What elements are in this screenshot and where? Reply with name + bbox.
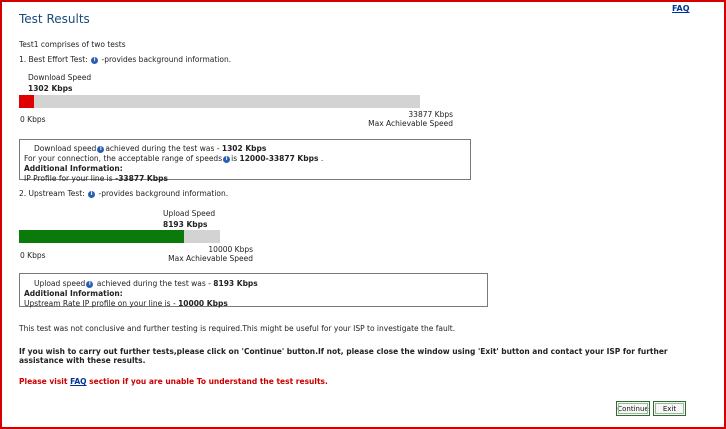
info-icon[interactable]: i — [223, 155, 231, 163]
download-info-line2: For your connection, the acceptable rang… — [24, 154, 470, 164]
upload-info-line3-value: 10000 Kbps — [178, 299, 228, 308]
upload-meter-value: 8193 Kbps — [163, 220, 208, 229]
download-min-label: 0 Kbps — [20, 115, 46, 124]
info-icon[interactable]: i — [97, 145, 105, 153]
download-meter-value: 1302 Kbps — [28, 84, 73, 93]
download-info-line1-value: 1302 Kbps — [221, 144, 267, 153]
download-info-line2-value: 12000-33877 Kbps — [239, 154, 319, 163]
faq-note: Please visit FAQ section if you are unab… — [19, 377, 328, 386]
download-info-line4-prefix: IP Profile for your line is — [24, 174, 113, 183]
download-info-line2-suffix: . — [320, 154, 324, 163]
download-meter-title: Download Speed — [28, 73, 92, 82]
download-info-line1: Download speed i achieved during the test … — [24, 144, 470, 154]
test2-label: 2. Upstream Test: — [19, 189, 85, 198]
exit-button[interactable]: Exit — [653, 401, 686, 416]
upload-info-line1-mid: achieved during the test was - — [96, 279, 211, 288]
faq-link-top[interactable]: FAQ — [672, 4, 690, 13]
download-info-line1-mid: achieved during the test was - — [105, 144, 220, 153]
intro-text: Test1 comprises of two tests — [19, 40, 126, 49]
continue-button[interactable]: Continue — [616, 401, 650, 416]
upload-meter-title: Upload Speed — [163, 209, 216, 218]
download-info-line2-mid: is — [231, 154, 238, 163]
download-speed-bar-fill — [19, 95, 35, 108]
download-additional-heading: Additional Information: — [24, 164, 123, 173]
download-info-line2-prefix: For your connection, the acceptable rang… — [24, 154, 223, 163]
test1-label: 1. Best Effort Test: — [19, 55, 88, 64]
upload-info-line1: Upload speed i achieved during the test w… — [24, 279, 487, 289]
faq-link-bottom[interactable]: FAQ — [70, 377, 86, 386]
page-title: Test Results — [19, 12, 90, 26]
test2-heading: 2. Upstream Test: i -provides background… — [19, 189, 228, 198]
upload-info-line1-prefix: Upload speed — [34, 279, 86, 288]
upload-speed-bar — [19, 230, 220, 243]
faq-note-prefix: Please visit — [19, 377, 68, 386]
test1-heading: 1. Best Effort Test: i -provides backgro… — [19, 55, 231, 64]
upload-max-label: 10000 Kbps — [208, 245, 253, 254]
test1-desc: -provides background information. — [101, 55, 232, 64]
download-max-label: 33877 Kbps — [408, 110, 453, 119]
upload-info-box: Upload speed i achieved during the test w… — [19, 273, 488, 309]
faq-note-suffix: section if you are unable To understand … — [89, 377, 328, 386]
info-icon[interactable]: i — [86, 280, 94, 288]
upload-max-caption: Max Achievable Speed — [168, 254, 253, 263]
test2-desc: -provides background information. — [98, 189, 229, 198]
download-info-line4-value: -33877 Kbps — [115, 174, 168, 183]
further-tests-note: If you wish to carry out further tests,p… — [19, 347, 668, 365]
download-info-box: Download speed i achieved during the test … — [19, 139, 471, 183]
info-icon[interactable]: i — [91, 56, 99, 64]
info-icon[interactable]: i — [88, 190, 96, 198]
upload-speed-bar-fill — [19, 230, 184, 243]
upload-min-label: 0 Kbps — [20, 251, 46, 260]
upload-additional-heading: Additional Information: — [24, 289, 123, 298]
download-max-caption: Max Achievable Speed — [368, 119, 453, 128]
upload-info-line3-prefix: Upstream Rate IP profile on your line is… — [24, 299, 176, 308]
inconclusive-note: This test was not conclusive and further… — [19, 324, 456, 333]
results-window: Test Results FAQ Test1 comprises of two … — [0, 0, 726, 429]
upload-info-line3: Upstream Rate IP profile on your line is… — [24, 299, 487, 309]
download-info-line4: IP Profile for your line is -33877 Kbps — [24, 174, 470, 184]
download-info-line1-prefix: Download speed — [34, 144, 97, 153]
upload-info-line1-value: 8193 Kbps — [213, 279, 258, 288]
download-speed-bar — [19, 95, 420, 108]
